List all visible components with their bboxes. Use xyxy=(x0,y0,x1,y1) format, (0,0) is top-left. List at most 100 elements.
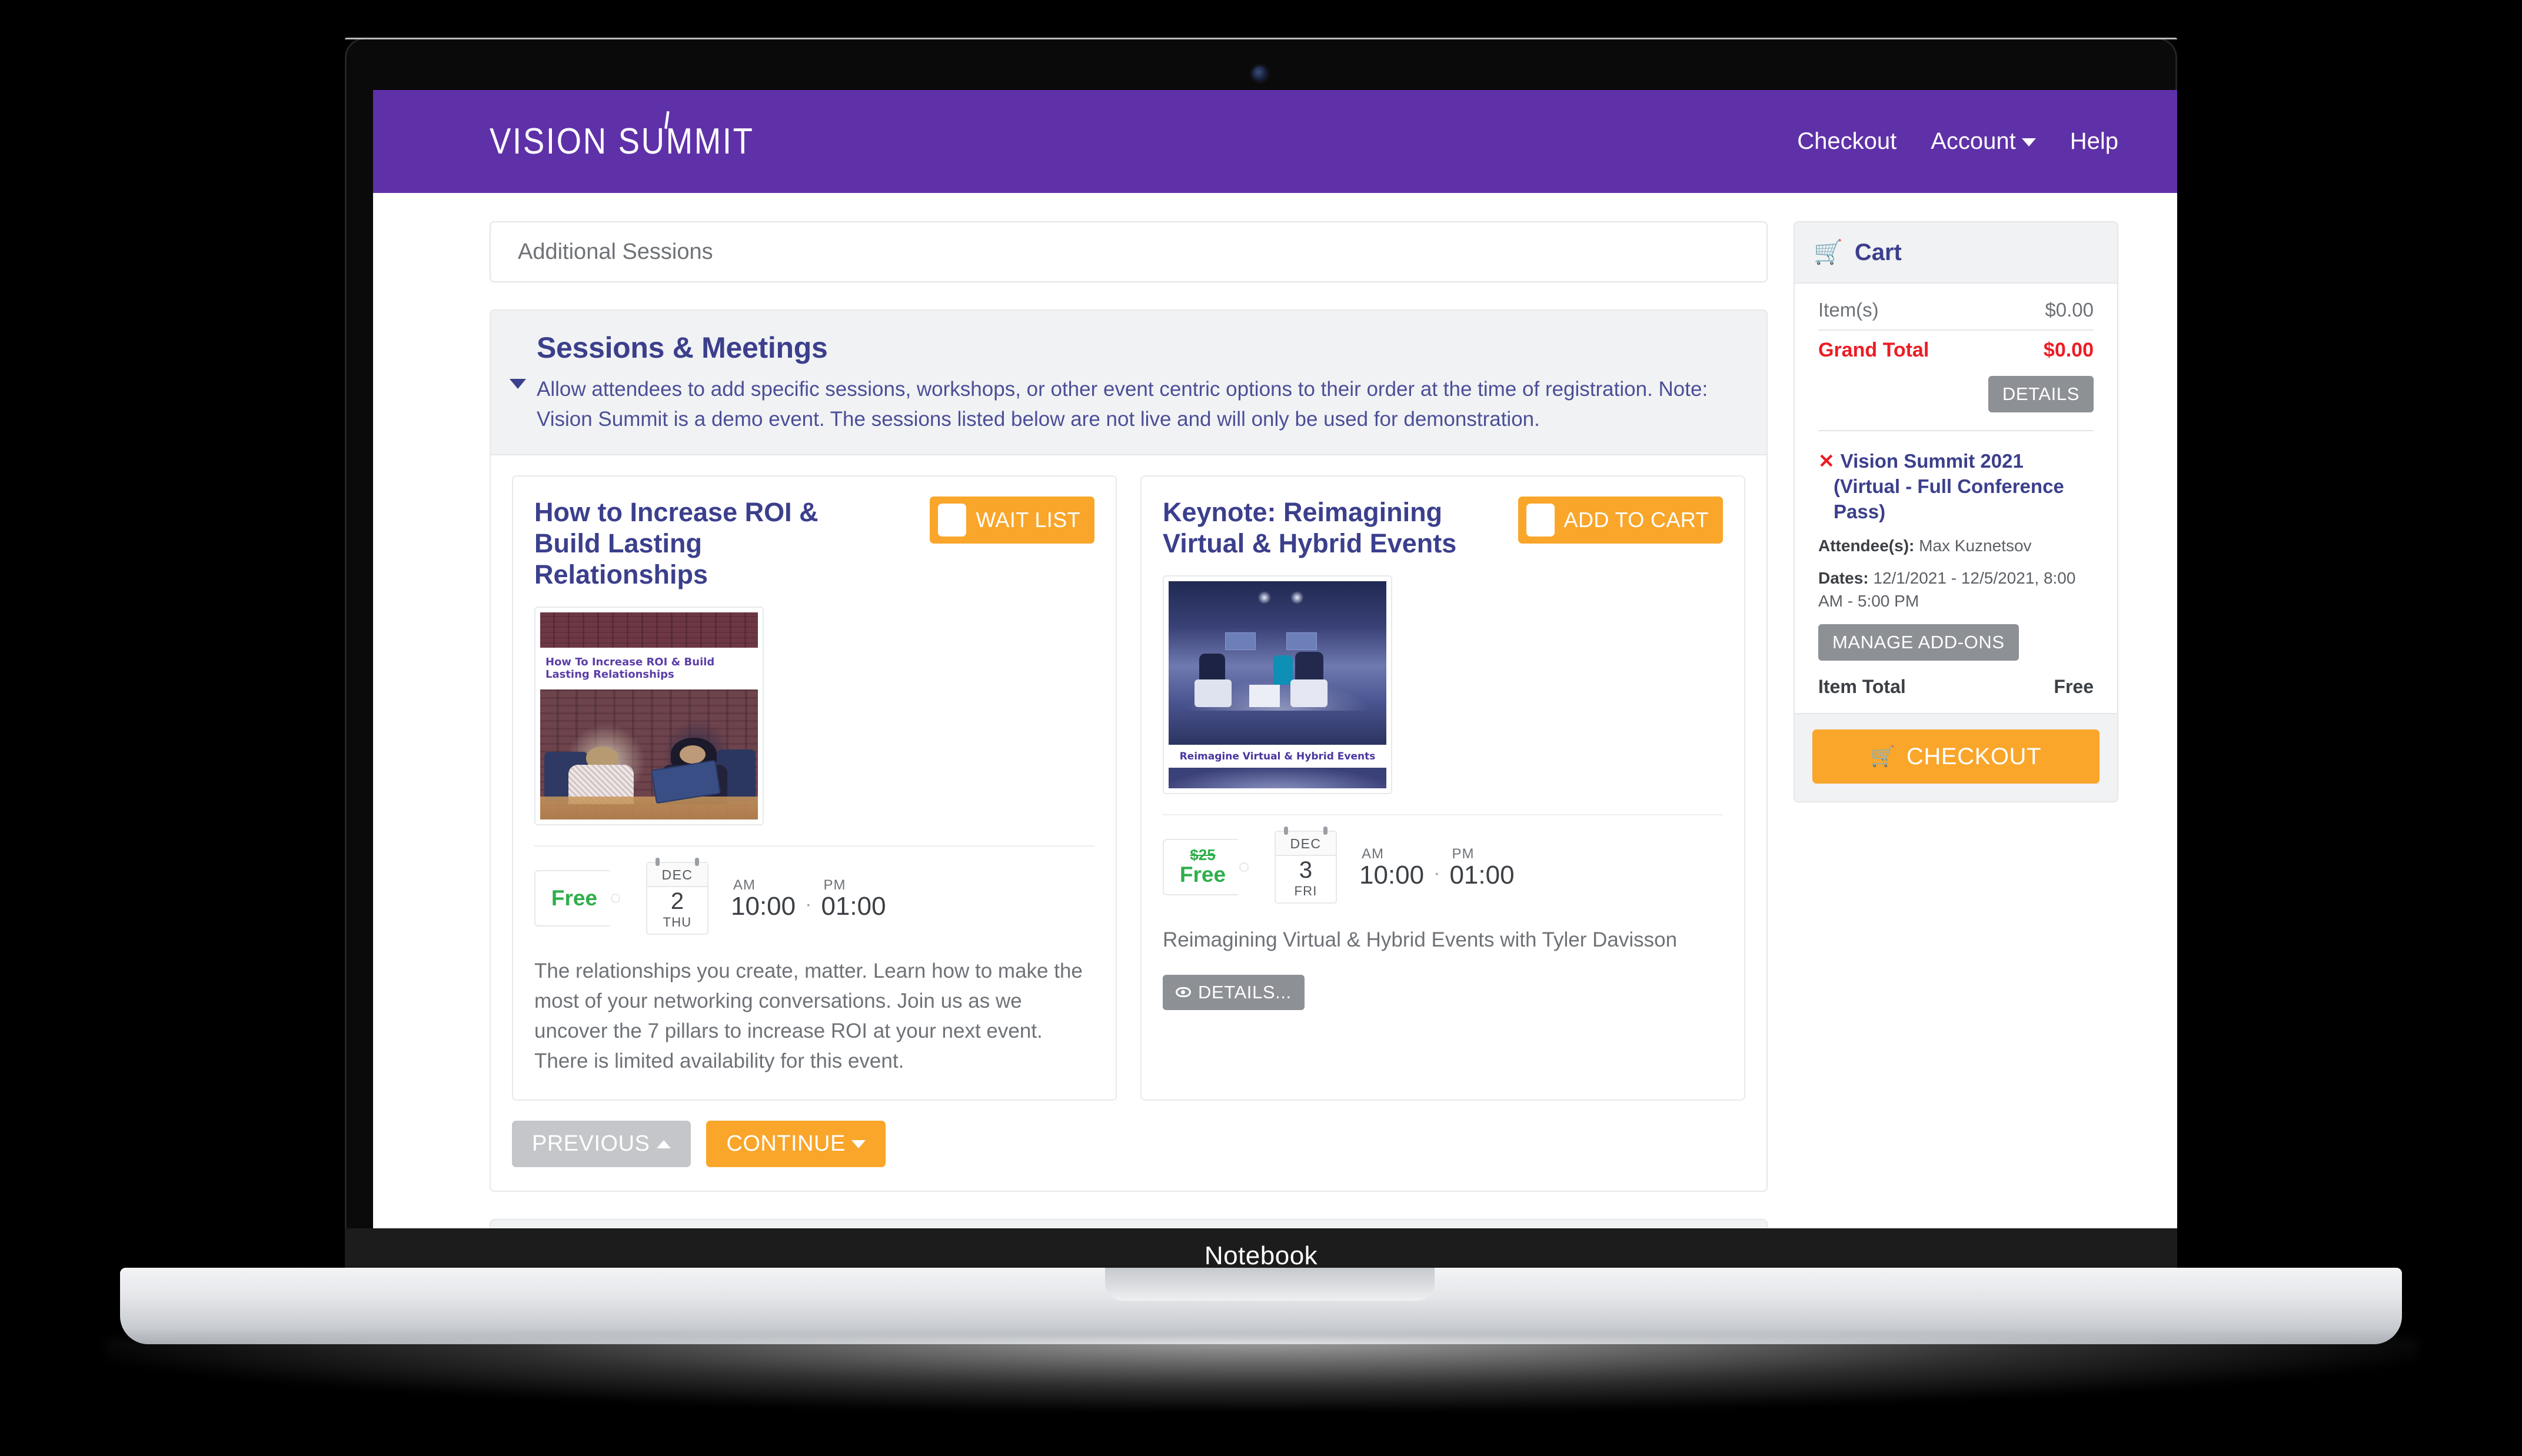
checkbox-icon[interactable] xyxy=(938,504,967,537)
date-chip: DEC 2 THU xyxy=(646,858,708,935)
device-brand-label: Notebook xyxy=(1204,1241,1318,1270)
session-details-button[interactable]: DETAILS... xyxy=(1163,974,1305,1010)
continue-button[interactable]: CONTINUE xyxy=(706,1121,886,1168)
cart-item-total-label: Item Total xyxy=(1818,676,1906,698)
thumb-photo xyxy=(1169,581,1386,745)
cart-details-button[interactable]: DETAILS xyxy=(1988,376,2094,412)
main-nav: Checkout Account Help xyxy=(1797,128,2118,155)
price-tag: $25 Free xyxy=(1163,838,1249,895)
date-day: 2 xyxy=(670,888,684,915)
previous-button[interactable]: PREVIOUS xyxy=(512,1121,691,1168)
nav-link-account[interactable]: Account xyxy=(1931,128,2036,155)
manage-addons-button[interactable]: MANAGE ADD-ONS xyxy=(1818,624,2019,661)
date-chip: DEC 3 FRI xyxy=(1275,827,1337,904)
cart-header: 🛒 Cart xyxy=(1795,222,2117,284)
cart-items-value: $0.00 xyxy=(2045,299,2094,321)
cart-line-item: ✕ Vision Summit 2021 (Virtual - Full Conf… xyxy=(1795,431,2117,713)
chevron-down-icon xyxy=(851,1140,866,1148)
section-title: Sessions & Meetings xyxy=(537,331,828,364)
start-time-meridiem: AM xyxy=(733,877,756,894)
add-to-cart-button[interactable]: ADD TO CART xyxy=(1518,497,1723,544)
session-time-block: AM 10:00 · PM 01:00 xyxy=(1359,846,1515,888)
add-to-cart-button-label: ADD TO CART xyxy=(1563,508,1709,532)
thumb-stage-screen-right xyxy=(1286,632,1317,651)
chevron-up-icon xyxy=(657,1140,671,1148)
additional-sessions-label: Additional Sessions xyxy=(518,239,713,264)
wait-list-button-label: WAIT LIST xyxy=(976,508,1080,532)
cart-grand-total-label: Grand Total xyxy=(1818,339,1929,361)
previous-button-label: PREVIOUS xyxy=(532,1131,650,1157)
cart-summary: Item(s) $0.00 Grand Total $0.00 DETAILS xyxy=(1795,284,2117,425)
session-card: How to Increase ROI & Build Lasting Rela… xyxy=(512,475,1117,1101)
nav-link-checkout[interactable]: Checkout xyxy=(1797,128,1897,155)
site-header: VISION SUMMIT Checkout Account Help xyxy=(373,90,2177,193)
time-separator: · xyxy=(1433,861,1440,884)
session-description: The relationships you create, matter. Le… xyxy=(534,959,1083,1072)
start-time: 10:00 xyxy=(731,892,796,921)
price-tag: Free xyxy=(534,870,620,927)
laptop-mockup: VISION SUMMIT Checkout Account Help Addi… xyxy=(0,0,2522,1456)
date-day-of-week: FRI xyxy=(1294,883,1317,898)
eye-icon xyxy=(1176,987,1191,998)
time-separator: · xyxy=(805,893,812,916)
price-tag-hole-icon xyxy=(1239,862,1249,872)
nav-link-account-label: Account xyxy=(1931,128,2016,154)
remove-item-icon[interactable]: ✕ xyxy=(1818,450,1835,472)
session-details-button-label: DETAILS... xyxy=(1198,981,1292,1002)
session-card: Keynote: Reimagining Virtual & Hybrid Ev… xyxy=(1140,475,1745,1101)
date-month: DEC xyxy=(1276,832,1336,857)
end-time: 01:00 xyxy=(821,892,886,921)
price-value: Free xyxy=(551,886,598,911)
session-thumbnail-image: Reimagine Virtual & Hybrid Events xyxy=(1169,581,1386,789)
cart-item-attendees-label: Attendee(s): xyxy=(1818,536,1915,555)
section-collapse-toggle-icon[interactable] xyxy=(510,379,526,389)
cart-icon: 🛒 xyxy=(1814,239,1843,265)
thumb-table xyxy=(540,796,758,820)
cart-item-attendees: Attendee(s): Max Kuznetsov xyxy=(1818,534,2094,557)
brand-logo[interactable]: VISION SUMMIT xyxy=(490,111,754,162)
cart-item-title[interactable]: Vision Summit 2021 (Virtual - Full Confe… xyxy=(1834,450,2064,522)
chevron-down-icon xyxy=(2021,138,2036,146)
continue-button-label: CONTINUE xyxy=(726,1131,846,1157)
cart-item-dates-label: Dates: xyxy=(1818,568,1869,587)
cart-header-label: Cart xyxy=(1854,239,1902,265)
section-description: Allow attendees to add specific sessions… xyxy=(537,378,1708,431)
session-meta-row: $25 Free DEC 3 FRI AM 10:00 · PM 01:00 xyxy=(1163,814,1723,904)
cart-icon: 🛒 xyxy=(1870,745,1896,768)
session-title: Keynote: Reimagining Virtual & Hybrid Ev… xyxy=(1163,497,1457,559)
thumb-photo xyxy=(540,689,758,820)
thumb-footer-band xyxy=(1169,768,1386,789)
date-day: 3 xyxy=(1299,857,1313,884)
page-body: Additional Sessions Sessions & Meetings … xyxy=(373,193,2177,1228)
cart-details-row: DETAILS xyxy=(1818,376,2094,412)
cart-item-title-row: ✕ Vision Summit 2021 (Virtual - Full Conf… xyxy=(1818,449,2094,525)
nav-link-help[interactable]: Help xyxy=(2070,128,2118,155)
thumb-table xyxy=(1249,684,1280,708)
section-networking-social: Networking & Social Opportunities Allow … xyxy=(490,1219,1768,1228)
session-cards-row: How to Increase ROI & Build Lasting Rela… xyxy=(490,455,1768,1101)
session-description: Reimagining Virtual & Hybrid Events with… xyxy=(1163,928,1678,951)
thumb-chair-left xyxy=(1195,679,1232,708)
session-thumbnail: Reimagine Virtual & Hybrid Events xyxy=(1163,575,1392,795)
thumb-stage-screen-left xyxy=(1225,632,1256,651)
checkout-bar: 🛒 CHECKOUT xyxy=(1795,713,2117,802)
session-card-header: How to Increase ROI & Build Lasting Rela… xyxy=(534,497,1094,590)
cart-item-total-value: Free xyxy=(2054,676,2094,698)
thumb-caption-text: How To Increase ROI & Build Lasting Rela… xyxy=(545,656,715,681)
checkbox-icon[interactable] xyxy=(1526,504,1555,537)
webcam-icon xyxy=(1252,66,1267,81)
wait-list-button[interactable]: WAIT LIST xyxy=(930,497,1094,544)
laptop-base-notch xyxy=(1105,1268,1435,1301)
additional-sessions-box[interactable]: Additional Sessions xyxy=(490,221,1768,282)
thumb-caption-text: Reimagine Virtual & Hybrid Events xyxy=(1179,750,1376,762)
browser-viewport: VISION SUMMIT Checkout Account Help Addi… xyxy=(373,90,2177,1228)
checkout-button-label: CHECKOUT xyxy=(1906,743,2042,769)
section-sessions-meetings: Sessions & Meetings Allow attendees to a… xyxy=(490,309,1768,456)
laptop-shadow xyxy=(106,1338,2418,1409)
session-thumbnail: How To Increase ROI & Build Lasting Rela… xyxy=(534,607,764,826)
thumb-chair-right xyxy=(1290,679,1328,708)
checkout-button[interactable]: 🛒 CHECKOUT xyxy=(1812,729,2100,784)
cart-items-label: Item(s) xyxy=(1818,299,1879,321)
cart-item-dates: Dates: 12/1/2021 - 12/5/2021, 8:00 AM - … xyxy=(1818,567,2094,612)
date-month: DEC xyxy=(647,863,707,888)
